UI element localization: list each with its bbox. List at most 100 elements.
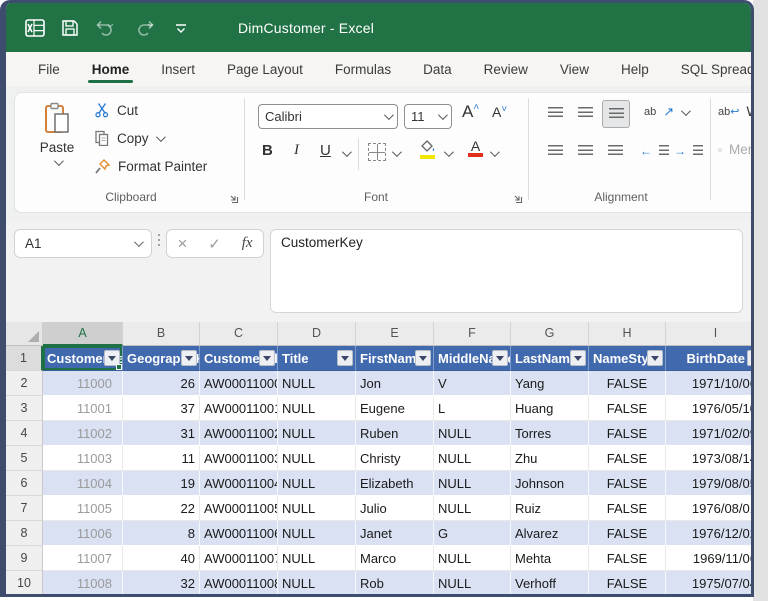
cell[interactable]: FALSE [589, 546, 666, 571]
name-box-dropdown-icon[interactable] [133, 237, 144, 248]
cell[interactable]: Julio [356, 496, 434, 521]
tab-sql-spreads[interactable]: SQL Spreads [679, 62, 751, 86]
cell[interactable]: NULL [434, 446, 511, 471]
cell[interactable]: 1976/05/10 [666, 396, 751, 421]
enter-icon[interactable]: ✓ [208, 235, 221, 253]
font-size-select[interactable]: 11 [404, 104, 452, 129]
cell[interactable]: Janet [356, 521, 434, 546]
header-cell-CustomerAlternateKey[interactable]: CustomerAlternateKey [200, 346, 278, 371]
column-header-A[interactable]: A [43, 322, 123, 346]
redo-icon[interactable] [134, 18, 160, 38]
filter-button[interactable] [181, 350, 197, 366]
cell[interactable]: FALSE [589, 371, 666, 396]
align-left-button[interactable] [542, 138, 568, 164]
cell[interactable]: AW00011006 [200, 521, 278, 546]
cell[interactable]: AW00011001 [200, 396, 278, 421]
shrink-font-button[interactable]: A˅ [492, 104, 507, 120]
cell[interactable]: 19 [123, 471, 200, 496]
cell[interactable]: L [434, 396, 511, 421]
header-cell-Title[interactable]: Title [278, 346, 356, 371]
wrap-text-button[interactable]: ab↩ Wrap Text [718, 104, 751, 119]
clipboard-dialog-launcher-icon[interactable] [228, 192, 240, 204]
cell[interactable]: 37 [123, 396, 200, 421]
cell[interactable]: NULL [278, 571, 356, 594]
cell[interactable]: AW00011005 [200, 496, 278, 521]
increase-indent-button[interactable]: → [674, 144, 703, 158]
insert-function-icon[interactable]: fx [242, 235, 253, 252]
cell[interactable]: Christy [356, 446, 434, 471]
cell[interactable]: 11001 [43, 396, 123, 421]
formula-bar-splitter[interactable] [158, 234, 160, 246]
cell[interactable]: FALSE [589, 396, 666, 421]
cell[interactable]: Elizabeth [356, 471, 434, 496]
cell[interactable]: NULL [278, 496, 356, 521]
filter-button[interactable] [415, 350, 431, 366]
header-cell-CustomerKey[interactable]: CustomerKey [43, 346, 123, 371]
cut-button[interactable]: Cut [94, 102, 138, 118]
cell[interactable]: NULL [434, 496, 511, 521]
row-header-1[interactable]: 1 [6, 346, 43, 371]
cell[interactable]: Eugene [356, 396, 434, 421]
tab-insert[interactable]: Insert [159, 62, 197, 86]
cell[interactable]: NULL [278, 396, 356, 421]
name-box[interactable]: A1 [14, 229, 152, 258]
cell[interactable]: FALSE [589, 421, 666, 446]
header-cell-BirthDate[interactable]: BirthDate [666, 346, 751, 371]
column-header-I[interactable]: I [666, 322, 751, 346]
select-all-corner[interactable] [6, 322, 43, 346]
cell[interactable]: Verhoff [511, 571, 589, 594]
bold-button[interactable]: B [262, 142, 273, 159]
column-header-C[interactable]: C [200, 322, 278, 346]
cell[interactable]: 1969/11/06 [666, 546, 751, 571]
font-color-button[interactable]: A [468, 138, 483, 157]
row-header-5[interactable]: 5 [6, 446, 43, 471]
tab-file[interactable]: File [36, 62, 62, 86]
tab-view[interactable]: View [558, 62, 591, 86]
row-header-4[interactable]: 4 [6, 421, 43, 446]
row-header-6[interactable]: 6 [6, 471, 43, 496]
cell[interactable]: 11002 [43, 421, 123, 446]
cell[interactable]: Torres [511, 421, 589, 446]
cell[interactable]: AW00011003 [200, 446, 278, 471]
cell[interactable]: NULL [434, 546, 511, 571]
cell[interactable]: 26 [123, 371, 200, 396]
cell[interactable]: 11000 [43, 371, 123, 396]
cell[interactable]: NULL [278, 521, 356, 546]
save-icon[interactable] [60, 18, 80, 38]
paste-button[interactable]: Paste [30, 102, 84, 188]
cell[interactable]: NULL [434, 471, 511, 496]
cell[interactable]: Yang [511, 371, 589, 396]
paste-dropdown-icon[interactable] [53, 156, 64, 167]
row-header-10[interactable]: 10 [6, 571, 43, 594]
undo-icon[interactable] [94, 18, 120, 38]
fill-color-button[interactable] [420, 140, 436, 159]
align-right-button[interactable] [602, 138, 628, 164]
bottom-align-button[interactable] [602, 100, 630, 128]
cell[interactable]: NULL [278, 471, 356, 496]
column-header-H[interactable]: H [589, 322, 666, 346]
filter-button[interactable] [259, 350, 275, 366]
column-header-F[interactable]: F [434, 322, 511, 346]
cell[interactable]: NULL [278, 446, 356, 471]
header-cell-GeographyKey[interactable]: GeographyKey [123, 346, 200, 371]
header-cell-FirstName[interactable]: FirstName [356, 346, 434, 371]
cancel-icon[interactable]: × [177, 234, 187, 254]
cell[interactable]: 11008 [43, 571, 123, 594]
cell[interactable]: NULL [434, 571, 511, 594]
tab-home[interactable]: Home [87, 62, 133, 86]
cell[interactable]: FALSE [589, 521, 666, 546]
tab-help[interactable]: Help [619, 62, 651, 86]
cell[interactable]: 11007 [43, 546, 123, 571]
cell[interactable]: NULL [278, 546, 356, 571]
header-cell-LastName[interactable]: LastName [511, 346, 589, 371]
cell[interactable]: NULL [278, 421, 356, 446]
cell[interactable]: NULL [278, 371, 356, 396]
cell[interactable]: FALSE [589, 571, 666, 594]
row-header-7[interactable]: 7 [6, 496, 43, 521]
filter-button[interactable] [747, 350, 751, 366]
merge-center-button[interactable]: Merge & Center [718, 142, 751, 157]
cell[interactable]: 1976/08/01 [666, 496, 751, 521]
header-cell-MiddleName[interactable]: MiddleName [434, 346, 511, 371]
underline-button[interactable]: U [320, 142, 331, 159]
cell[interactable]: 1971/02/09 [666, 421, 751, 446]
